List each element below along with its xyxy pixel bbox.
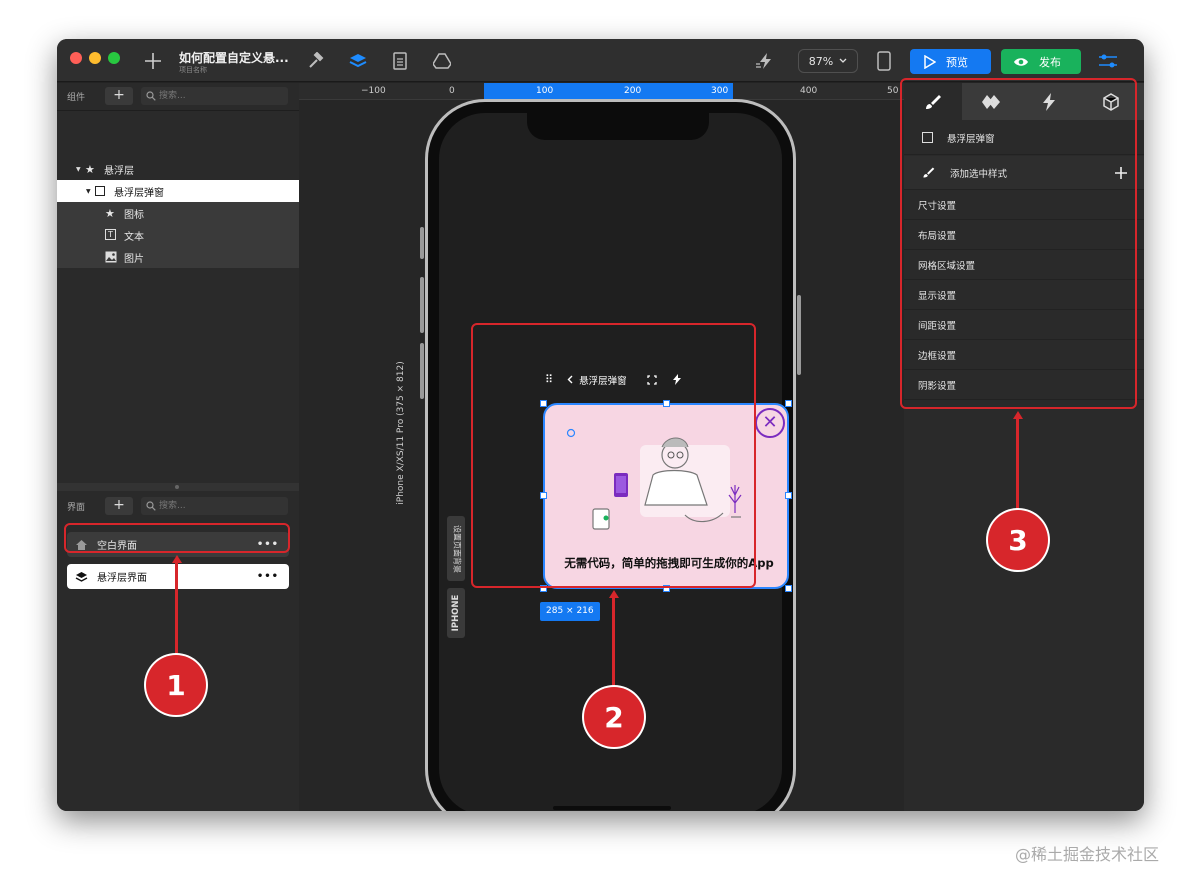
components-search-input[interactable]: 搜索... [141, 87, 288, 105]
zoom-select[interactable]: 87% [798, 49, 858, 73]
zoom-value: 87% [808, 54, 834, 68]
star-icon: ★ [85, 162, 95, 176]
screens-search-input[interactable]: 搜索... [141, 497, 288, 515]
annotation-box-3 [900, 78, 1137, 409]
tree-item-label: 文本 [124, 231, 144, 243]
callout-3: 3 [988, 510, 1048, 570]
ruler-tick: 300 [711, 86, 729, 96]
horizontal-ruler: −100 0 100 200 300 400 50 [299, 83, 904, 100]
components-search-placeholder: 搜索... [159, 91, 186, 101]
maximize-window-button[interactable] [108, 52, 120, 64]
preview-button[interactable]: 预览 [910, 49, 991, 74]
screens-header: 界面 + 搜索... [57, 493, 299, 519]
annotation-box-2 [471, 323, 756, 588]
tree-item-image[interactable]: 图片 [57, 246, 299, 268]
ruler-tick: 200 [624, 86, 642, 96]
phone-side-button [420, 277, 424, 333]
splitter-handle [175, 485, 179, 489]
screens-search-placeholder: 搜索... [159, 501, 186, 511]
device-size-label: iPhone X/XS/11 Pro (375 × 812) [396, 361, 406, 505]
tree-item-label: 图标 [124, 209, 144, 221]
phone-side-button [797, 295, 801, 375]
preview-label: 预览 [946, 55, 968, 69]
annotation-arrow-line [1016, 418, 1019, 510]
home-indicator [553, 806, 671, 810]
add-component-button[interactable]: + [105, 87, 133, 105]
panel-splitter[interactable] [57, 483, 299, 491]
components-label: 组件 [67, 92, 86, 103]
sliders-icon[interactable] [1096, 49, 1120, 73]
eye-icon [1014, 57, 1028, 66]
annotation-box-1 [64, 523, 290, 553]
annotation-arrow-line [612, 597, 615, 687]
callout-2: 2 [584, 687, 644, 747]
flash-settings-icon[interactable] [754, 49, 778, 73]
layers-icon [75, 571, 88, 582]
background-settings-label: 设置页面背景 [452, 525, 462, 573]
chevron-down-icon [839, 58, 847, 63]
divider [57, 110, 299, 111]
image-icon [105, 251, 117, 263]
minimize-window-button[interactable] [89, 52, 101, 64]
tree-item-floating-layer[interactable]: ▼ ★ 悬浮层 [57, 158, 299, 180]
phone-notch [527, 113, 709, 140]
ruler-tick: 100 [536, 86, 554, 96]
components-header: 组件 + 搜索... [57, 83, 299, 109]
tree-item-floating-popup[interactable]: ▼ 悬浮层弹窗 [57, 180, 299, 202]
ruler-tick: 50 [887, 86, 899, 96]
screen-item-floating[interactable]: 悬浮层界面 ••• [67, 564, 289, 589]
annotation-arrow-line [175, 562, 178, 655]
project-subtitle: 项目名称 [179, 66, 207, 74]
background-settings-tab[interactable]: 设置页面背景 [447, 516, 465, 581]
tree-item-text[interactable]: T 文本 [57, 224, 299, 246]
tree-children-group: ★ 图标 T 文本 图片 [57, 202, 299, 268]
hammer-icon[interactable] [304, 49, 328, 73]
search-icon [146, 91, 156, 101]
tree-item-label: 悬浮层 [104, 165, 134, 177]
add-screen-button[interactable]: + [105, 497, 133, 515]
caret-down-icon: ▼ [86, 187, 91, 195]
drive-icon[interactable] [430, 49, 454, 73]
publish-button[interactable]: 发布 [1001, 49, 1081, 74]
add-icon[interactable] [141, 49, 165, 73]
callout-1: 1 [146, 655, 206, 715]
device-icon[interactable] [872, 49, 896, 73]
document-icon[interactable] [388, 49, 412, 73]
size-badge: 285 × 216 [540, 602, 600, 621]
tree-item-icon[interactable]: ★ 图标 [57, 202, 299, 224]
screens-label: 界面 [67, 502, 86, 513]
caret-down-icon: ▼ [76, 165, 81, 173]
checkbox-icon [95, 186, 105, 196]
watermark: @稀土掘金技术社区 [1015, 845, 1160, 864]
publish-label: 发布 [1039, 55, 1061, 69]
ruler-tick: −100 [361, 86, 386, 96]
star-icon: ★ [105, 206, 115, 220]
top-toolbar: 如何配置自定义悬... 项目名称 87% 预览 发布 [57, 39, 1144, 82]
resize-handle[interactable] [785, 585, 792, 592]
text-icon: T [105, 229, 116, 240]
iphone-label: IPHONE [451, 594, 461, 632]
ruler-selection-highlight [484, 83, 733, 100]
search-icon [146, 501, 156, 511]
ruler-tick: 400 [800, 86, 818, 96]
tree-item-label: 悬浮层弹窗 [114, 187, 164, 199]
phone-side-button [420, 227, 424, 259]
resize-handle[interactable] [785, 492, 792, 499]
more-icon[interactable]: ••• [257, 571, 279, 582]
play-icon [924, 54, 936, 69]
resize-handle[interactable] [785, 400, 792, 407]
screen-item-label: 悬浮层界面 [97, 573, 147, 584]
layers-icon[interactable] [346, 49, 370, 73]
close-icon[interactable]: ✕ [755, 408, 785, 438]
tree-item-label: 图片 [124, 253, 144, 265]
ruler-tick: 0 [449, 86, 455, 96]
phone-side-button [420, 343, 424, 399]
close-window-button[interactable] [70, 52, 82, 64]
project-title: 如何配置自定义悬... [179, 51, 289, 65]
iphone-tab[interactable]: IPHONE [447, 588, 465, 638]
